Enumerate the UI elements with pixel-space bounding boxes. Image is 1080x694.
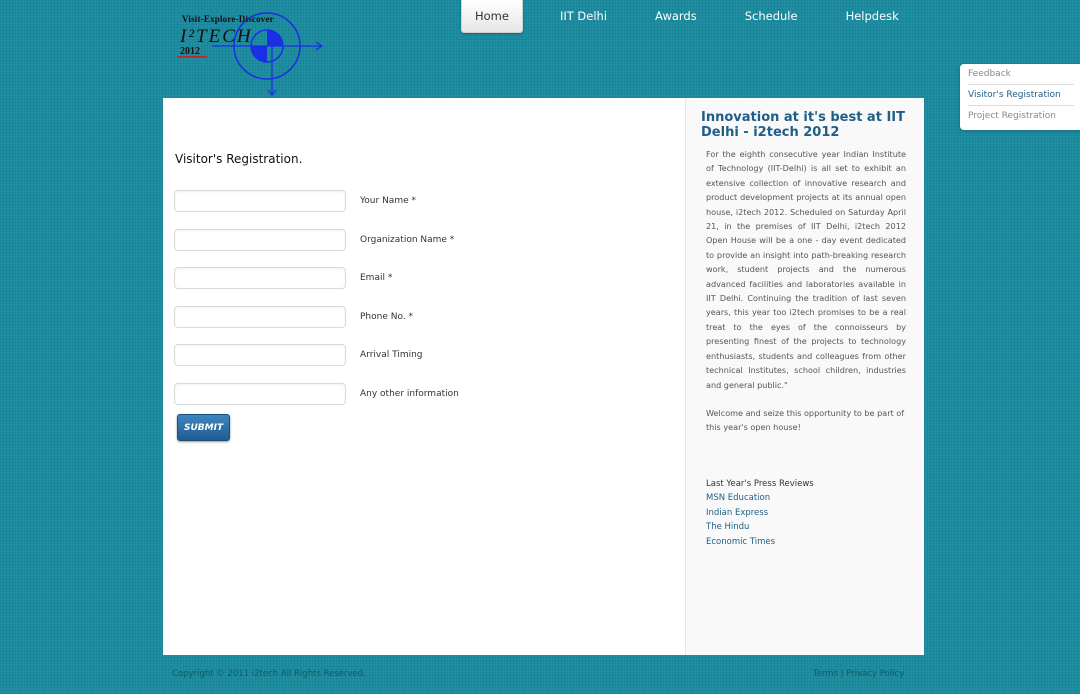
site-logo[interactable]: Visit-Explore-Discover I²TECH 2012 <box>172 6 332 98</box>
footer-terms-link[interactable]: Terms <box>813 669 838 679</box>
form-title: Visitor's Registration. <box>175 152 303 166</box>
press-reviews-heading: Last Year's Press Reviews <box>706 479 814 489</box>
side-tab-project-registration[interactable]: Project Registration <box>968 106 1074 126</box>
arrival-timing-input[interactable] <box>174 344 346 366</box>
top-nav: Home IIT Delhi Awards Schedule Helpdesk <box>461 0 925 33</box>
nav-item-home[interactable]: Home <box>461 0 523 33</box>
phone-label: Phone No. * <box>360 312 414 322</box>
nav-item-awards[interactable]: Awards <box>645 0 707 32</box>
nav-item-helpdesk[interactable]: Helpdesk <box>836 0 909 32</box>
your-name-input[interactable] <box>174 190 346 212</box>
side-tab-feedback[interactable]: Feedback <box>968 64 1074 85</box>
footer-links: Terms | Privacy Policy <box>813 669 904 679</box>
info-sidebar: Innovation at it's best at IIT Delhi - i… <box>685 98 924 655</box>
footer-separator: | <box>840 669 844 679</box>
press-link-economic-times[interactable]: Economic Times <box>706 537 775 547</box>
side-tab-visitors-registration[interactable]: Visitor's Registration <box>968 85 1074 106</box>
arrival-timing-label: Arrival Timing <box>360 350 423 360</box>
logo-brand: I²TECH <box>180 26 253 47</box>
press-link-the-hindu[interactable]: The Hindu <box>706 522 749 532</box>
nav-item-iit-delhi[interactable]: IIT Delhi <box>550 0 617 32</box>
other-information-input[interactable] <box>174 383 346 405</box>
phone-input[interactable] <box>174 306 346 328</box>
main-content: Visitor's Registration. Your Name * Orga… <box>163 98 685 655</box>
sidebar-welcome: Welcome and seize this opportunity to be… <box>706 408 905 433</box>
submit-button[interactable]: SUBMIT <box>177 414 230 441</box>
footer-privacy-link[interactable]: Privacy Policy <box>846 669 904 679</box>
footer-copyright: Copyright © 2011 i2tech All Rights Reser… <box>172 669 366 679</box>
your-name-label: Your Name * <box>360 196 416 206</box>
side-tab-panel: Feedback Visitor's Registration Project … <box>960 64 1080 130</box>
other-information-label: Any other information <box>360 389 459 399</box>
organization-name-label: Organization Name * <box>360 235 455 245</box>
sidebar-title: Innovation at it's best at IIT Delhi - i… <box>701 110 905 140</box>
sidebar-description: For the eighth consecutive year Indian I… <box>706 149 906 390</box>
press-link-indian-express[interactable]: Indian Express <box>706 508 768 518</box>
organization-name-input[interactable] <box>174 229 346 251</box>
press-link-msn-education[interactable]: MSN Education <box>706 493 770 503</box>
logo-tagline: Visit-Explore-Discover <box>182 14 274 24</box>
email-label: Email * <box>360 273 393 283</box>
nav-item-schedule[interactable]: Schedule <box>735 0 808 32</box>
logo-red-bar <box>177 56 207 58</box>
email-input[interactable] <box>174 267 346 289</box>
